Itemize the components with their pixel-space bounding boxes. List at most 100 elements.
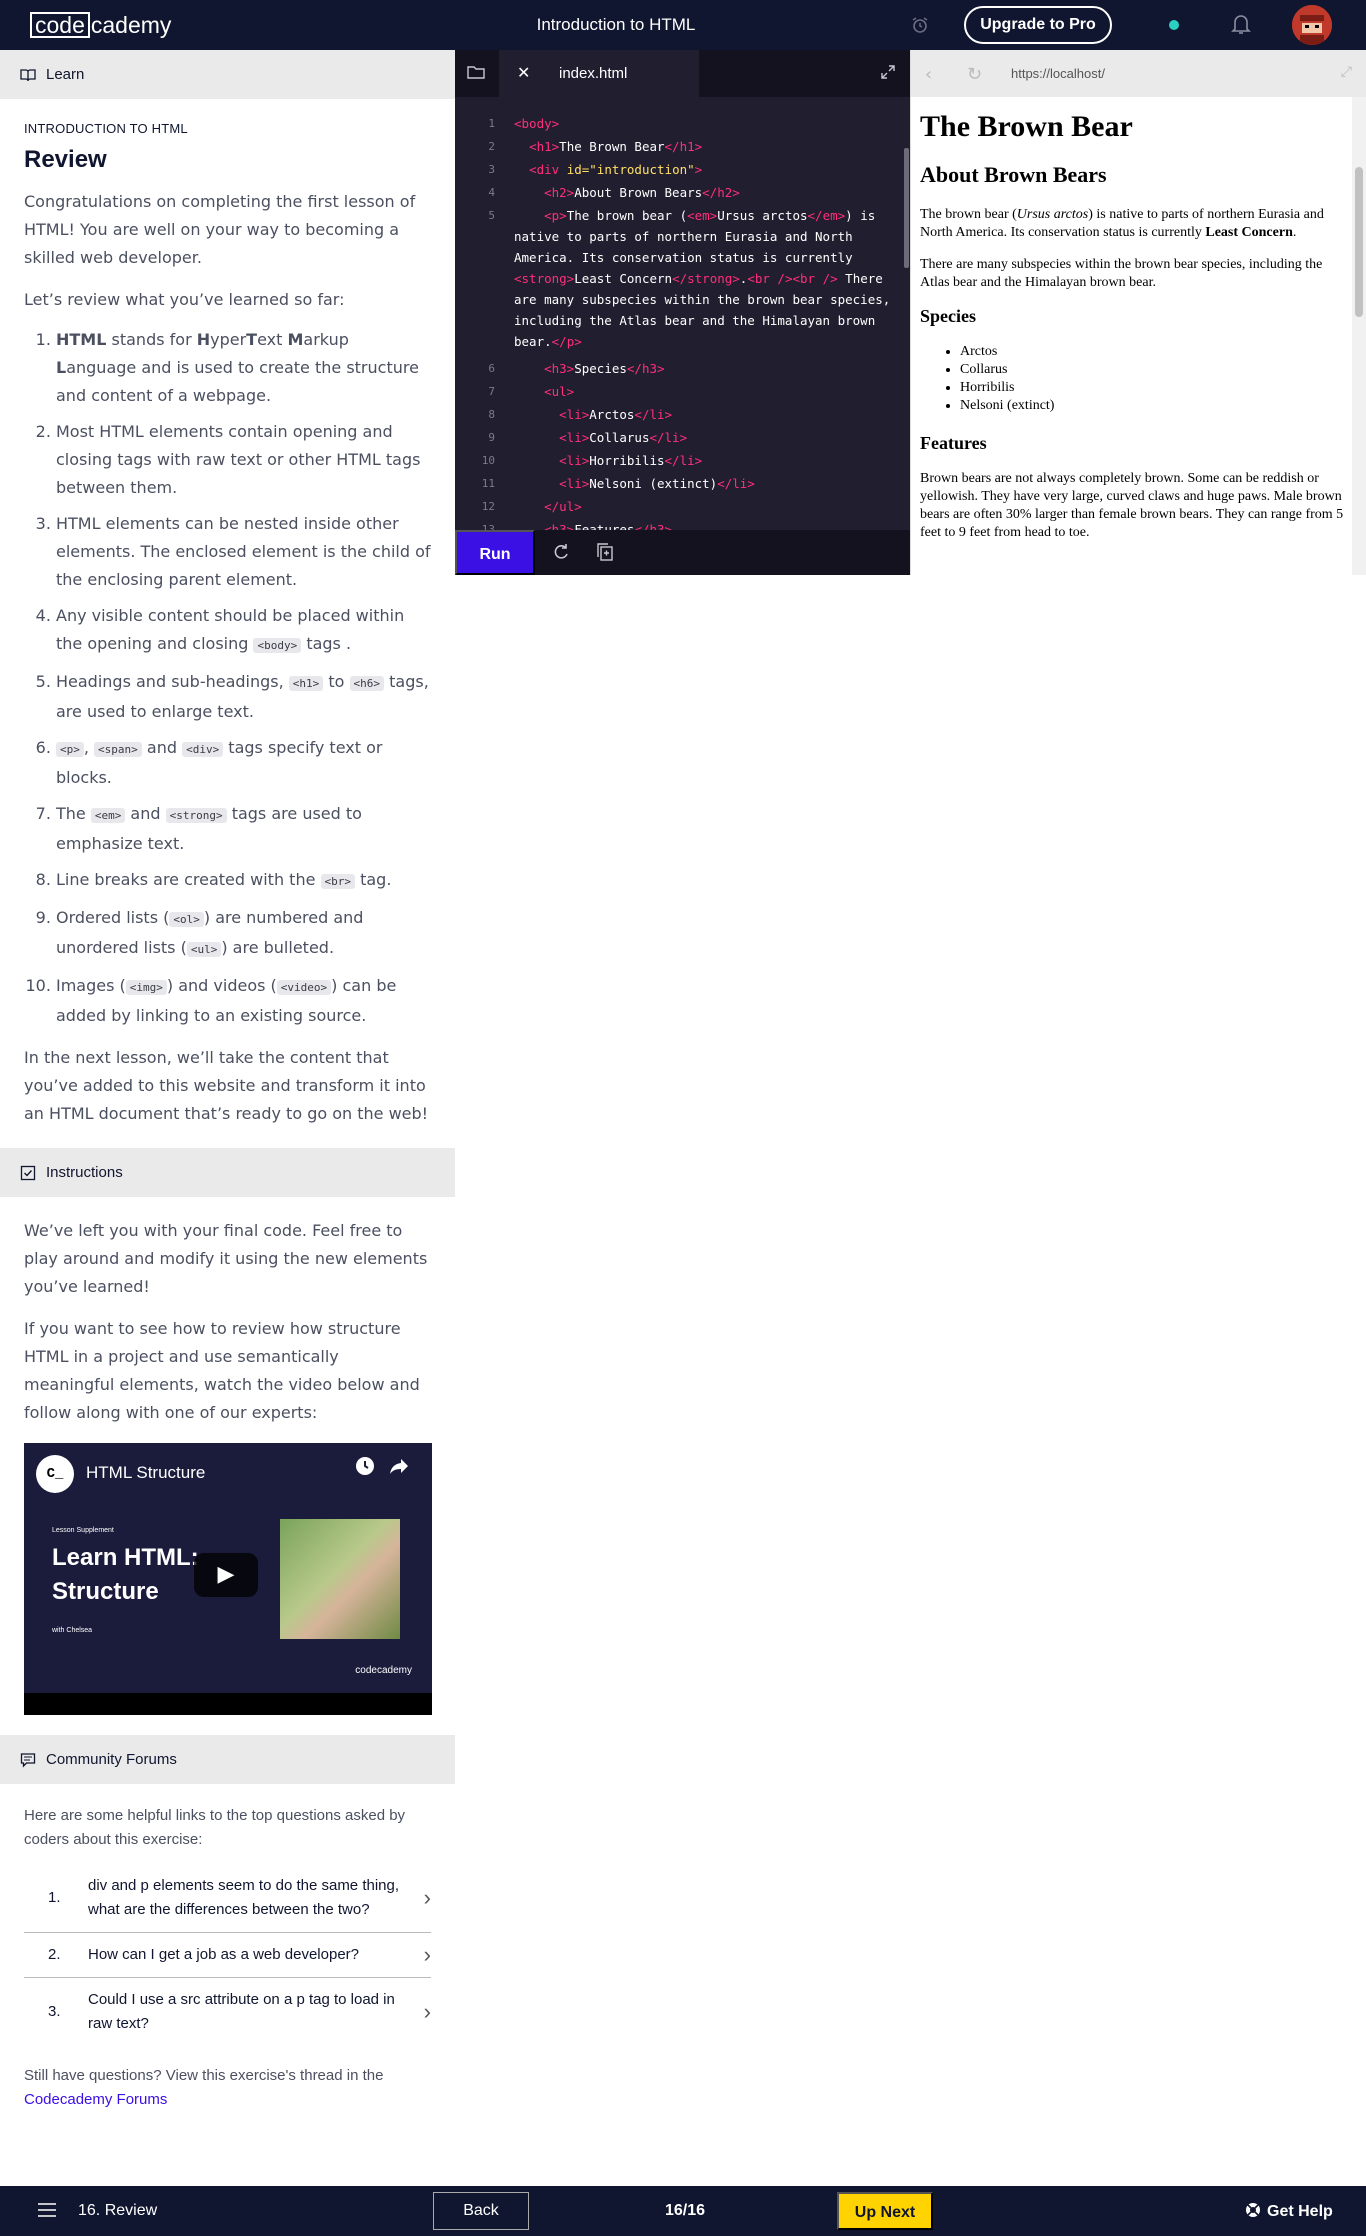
chat-icon [20,1752,36,1768]
video-supplement-label: Lesson Supplement [52,1527,114,1534]
codecademy-forums-link[interactable]: Codecademy Forums [24,2091,167,2108]
bottom-navigation-bar: 16. Review Back 16/16 Up Next Get Help [0,2186,1366,2236]
play-button[interactable]: ▶ [194,1553,258,1597]
list-item: Collarus [960,361,1345,379]
inline-code: <span> [94,742,142,757]
forums-content: Here are some helpful links to the top q… [0,1804,455,2112]
user-avatar[interactable] [1292,5,1332,45]
code-line: <ul> [544,384,575,399]
line-number: 1 [488,117,495,130]
watch-later-icon[interactable] [354,1455,376,1477]
rendered-h3: Features [920,433,987,453]
editor-scrollbar[interactable] [904,148,909,268]
code-line: <li>Nelsoni (extinct)</li> [559,476,755,491]
lifebuoy-icon [1245,2202,1261,2218]
reload-icon[interactable]: ↻ [967,64,982,85]
close-icon[interactable]: ✕ [517,50,530,97]
code-line: <h3>Species</h3> [544,361,665,376]
book-icon [20,67,36,83]
code-line: bear.</p> [514,334,582,349]
top-navigation-bar: code cademy Introduction to HTML Upgrade … [0,0,1366,50]
code-line: America. Its conservation status is curr… [514,250,853,265]
video-title[interactable]: HTML Structure [86,1463,205,1483]
chevron-right-icon: › [423,1885,431,1910]
list-item: Nelsoni (extinct) [960,397,1345,415]
browser-preview: ‹ ↻ https://localhost/ ⤢ The Brown Bear … [910,50,1366,575]
lesson-intro: Congratulations on completing the first … [24,192,416,267]
forum-question[interactable]: 3. Could I use a src attribute on a p tag… [24,1978,431,2046]
folder-icon[interactable] [467,64,485,80]
video-big-title: Learn HTML: Structure [52,1544,199,1605]
list-item: Headings and sub-headings, <h1> to <h6> … [56,668,431,726]
forum-question[interactable]: 2. How can I get a job as a web developer… [24,1933,431,1978]
line-number: 3 [488,163,495,176]
copy-file-icon[interactable] [595,542,615,562]
rendered-h2: About Brown Bears [920,162,1107,187]
code-line: <li>Arctos</li> [559,407,673,422]
forum-question[interactable]: 1. div and p elements seem to do the same… [24,1864,431,1933]
up-next-button[interactable]: Up Next [837,2192,933,2230]
inline-code: <video> [276,980,332,995]
share-icon[interactable] [388,1455,410,1477]
code-line: <p>The brown bear (<em>Ursus arctos</em>… [544,208,876,223]
browser-scrollbar[interactable] [1352,97,1366,575]
line-number: 9 [488,431,495,444]
code-line: native to parts of northern Eurasia and … [514,229,853,244]
rendered-h3: Species [920,306,976,326]
notification-bell-icon[interactable] [1231,13,1251,35]
line-number: 7 [488,385,495,398]
get-help-button[interactable]: Get Help [1245,2202,1333,2221]
back-button[interactable]: Back [433,2192,529,2230]
list-item: The <em> and <strong> tags are used to e… [56,800,431,858]
upgrade-to-pro-button[interactable]: Upgrade to Pro [964,6,1112,44]
inline-code: <br> [320,874,356,889]
list-item: Arctos [960,343,1345,361]
instructions-content: We’ve left you with your final code. Fee… [0,1217,455,1427]
current-lesson-label[interactable]: 16. Review [78,2202,157,2220]
reset-icon[interactable] [551,542,571,562]
back-arrow-icon[interactable]: ‹ [925,64,932,85]
learn-header: Learn [0,50,455,99]
list-item: Most HTML elements contain opening and c… [56,418,431,502]
editor-footer: Run [455,530,910,575]
inline-code: <p> [56,742,84,757]
browser-toolbar: ‹ ↻ https://localhost/ ⤢ [911,50,1366,97]
video-player[interactable]: C_ HTML Structure Lesson Supplement Lear… [24,1443,432,1715]
line-number: 6 [488,362,495,375]
rendered-paragraph: There are many subspecies within the bro… [920,257,1323,290]
scrollbar-thumb[interactable] [1355,167,1363,317]
video-presenter: with Chelsea [52,1627,93,1634]
instructions-paragraph: We’ve left you with your final code. Fee… [24,1221,428,1296]
channel-logo: C_ [36,1455,74,1493]
inline-code: <strong> [165,808,227,823]
checkbox-icon [20,1165,36,1181]
menu-icon[interactable] [38,2203,56,2217]
progress-counter: 16/16 [664,2202,706,2219]
url-field[interactable]: https://localhost/ [1011,66,1105,81]
lesson-content: INTRODUCTION TO HTML Review Congratulati… [0,121,455,1128]
line-number: 8 [488,408,495,421]
code-line: <body> [514,116,560,131]
rendered-h1: The Brown Bear [920,110,1133,143]
code-line: <strong>Least Concern</strong>.<br /><br… [514,271,883,286]
rendered-species-list: Arctos Collarus Horribilis Nelsoni (exti… [920,343,1345,415]
instructions-header: Instructions [0,1148,455,1197]
line-number: 5 [488,209,495,222]
inline-code: <h1> [288,676,324,691]
inline-code: <img> [125,980,167,995]
line-number: 12 [481,500,495,513]
alarm-clock-icon[interactable] [910,15,930,35]
inline-code: <body> [253,638,302,653]
code-area[interactable]: 1 2 3 4 5 6 7 8 9 10 11 12 13 <body> <h1… [455,112,910,530]
code-line: </ul> [544,499,582,514]
rendered-paragraph: The brown bear (Ursus arctos) is native … [920,207,1324,240]
line-number: 13 [481,523,495,530]
inline-code: <ol> [169,912,204,927]
expand-icon[interactable] [880,64,896,80]
instructions-paragraph: If you want to see how to review how str… [24,1319,420,1422]
lesson-outro: In the next lesson, we’ll take the conte… [24,1048,429,1123]
tab-index-html[interactable]: ✕ index.html [499,50,699,97]
expand-icon[interactable]: ⤢ [1341,64,1352,80]
forums-header: Community Forums [0,1735,455,1784]
run-button[interactable]: Run [455,530,535,575]
